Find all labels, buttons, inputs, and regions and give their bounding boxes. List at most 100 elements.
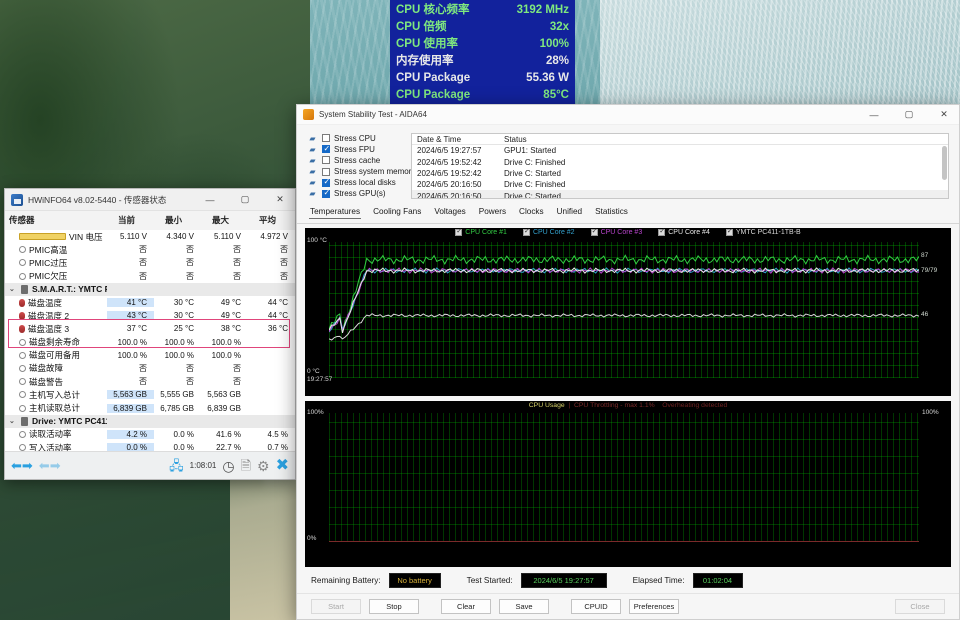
aida64-stability-test-window[interactable]: System Stability Test - AIDA64 — ▢ ✕ ▰ St… — [296, 104, 960, 620]
hwinfo-toolbar[interactable]: ⬅➡ ⬅➡ 🖧 1:08:01 ◷ 🗎 ⚙ ✖ — [5, 451, 295, 479]
temperatures-chart[interactable]: CPU Core #1 CPU Core #2 CPU Core #3 CPU Cor… — [305, 228, 951, 396]
stress-options-group[interactable]: ▰ Stress CPU ▰ Stress FPU ▰ Stress cache ▰ Stre… — [307, 133, 415, 199]
log-row[interactable]: 2024/6/5 19:27:57 GPU1: Started — [412, 145, 948, 156]
sensor-value: 22.7 % — [216, 443, 241, 451]
stress-option-2[interactable]: ▰ Stress cache — [307, 155, 403, 165]
aida64-title-bar[interactable]: System Stability Test - AIDA64 — ▢ ✕ — [297, 105, 959, 125]
legend-item[interactable]: CPU Core #1 — [455, 228, 507, 236]
sensor-value: 否 — [280, 245, 288, 255]
hwinfo-title-bar[interactable]: HWiNFO64 v8.02-5440 - 传感器状态 — ▢ ✕ — [5, 189, 295, 211]
sensor-value: 5,563 GB — [207, 390, 241, 400]
clock-icon[interactable]: ◷ — [222, 459, 234, 473]
arrows-left-right-icon[interactable]: ⬅➡ — [11, 459, 33, 472]
test-log-table[interactable]: Date & Time Status 2024/6/5 19:27:57 GPU1:… — [411, 133, 949, 199]
aida64-close-button[interactable]: ✕ — [929, 104, 959, 126]
sensor-row[interactable]: 磁盘温度 3 37 °C 25 °C 38 °C 36 °C — [5, 322, 295, 335]
sensor-icon — [19, 272, 26, 280]
aida64-status-bar: Remaining Battery: No battery Test Start… — [297, 567, 959, 593]
sensor-value: 37 °C — [126, 324, 147, 334]
osd-value: 85°C — [543, 89, 569, 101]
tab-temperatures[interactable]: Temperatures — [309, 206, 362, 219]
hwinfo-minimize-button[interactable]: — — [195, 189, 225, 211]
legend-checkbox[interactable] — [658, 228, 666, 236]
sensor-row[interactable]: PMIC欠压 否 否 否 否 — [5, 270, 295, 283]
thermometer-icon — [19, 324, 25, 333]
legend-checkbox[interactable] — [522, 228, 530, 236]
sensor-row[interactable]: 写入活动率 0.0 % 0.0 % 22.7 % 0.7 % — [5, 441, 295, 451]
tab-cooling-fans[interactable]: Cooling Fans — [372, 206, 422, 219]
legend-item[interactable]: CPU Core #2 — [522, 228, 575, 236]
sensor-value: 44 °C — [267, 311, 288, 321]
sensor-value: 100.0 % — [164, 337, 194, 347]
tab-clocks[interactable]: Clocks — [518, 206, 545, 219]
sensor-row[interactable]: VIN 电压 5.110 V 4.340 V 5.110 V 4.972 V — [5, 230, 295, 243]
temperatures-chart-legend[interactable]: CPU Core #1 CPU Core #2 CPU Core #3 CPU Cor… — [305, 228, 951, 236]
cpu-usage-chart[interactable]: CPU Usage | CPU Throttling - max 1.1% Ov… — [305, 401, 951, 567]
report-icon[interactable]: 🗎 — [241, 459, 251, 472]
log-row[interactable]: 2024/6/5 19:52:42 Drive C: Finished — [412, 157, 948, 168]
aida64-minimize-button[interactable]: — — [859, 104, 889, 126]
log-row[interactable]: 2024/6/5 20:16:50 Drive C: Started — [412, 190, 948, 198]
stress-option-1[interactable]: ▰ Stress FPU — [307, 144, 403, 154]
save-button[interactable]: Save — [499, 599, 549, 614]
tab-voltages[interactable]: Voltages — [433, 206, 466, 219]
stress-option-checkbox[interactable] — [322, 156, 330, 165]
clear-button[interactable]: Clear — [441, 599, 491, 614]
aida64-maximize-button[interactable]: ▢ — [894, 104, 924, 126]
sensor-row[interactable]: 磁盘剩余寿命 100.0 % 100.0 % 100.0 % — [5, 336, 295, 349]
legend-item[interactable]: CPU Core #4 — [658, 228, 710, 236]
tab-unified[interactable]: Unified — [556, 206, 584, 219]
stress-option-3[interactable]: ▰ Stress system memory — [307, 167, 415, 177]
chevron-down-icon[interactable]: ⌄ — [9, 285, 17, 293]
sensor-value: 49 °C — [220, 298, 241, 308]
legend-checkbox[interactable] — [590, 228, 598, 236]
stress-option-checkbox[interactable] — [322, 134, 330, 143]
tab-statistics[interactable]: Statistics — [594, 206, 629, 219]
sensor-value: 0.0 % — [107, 443, 154, 451]
sensor-row[interactable]: 主机写入总计 5,563 GB 5,555 GB 5,563 GB — [5, 388, 295, 401]
sensor-group-row[interactable]: ⌄ S.M.A.R.T.: YMTC PC411-1TB-B (YMA51T0RA… — [5, 282, 295, 296]
sensor-row[interactable]: PMIC高温 否 否 否 否 — [5, 243, 295, 256]
aida64-tab-bar[interactable]: Temperatures Cooling Fans Voltages Powers Cl… — [297, 203, 959, 224]
sensor-row[interactable]: 主机读取总计 6,839 GB 6,785 GB 6,839 GB — [5, 401, 295, 414]
sensor-row[interactable]: PMIC过压 否 否 否 否 — [5, 256, 295, 269]
exit-icon[interactable]: ✖ — [276, 457, 289, 474]
cpuid-button[interactable]: CPUID — [571, 599, 621, 614]
sensor-row[interactable]: 读取活动率 4.2 % 0.0 % 41.6 % 4.5 % — [5, 428, 295, 441]
network-icon[interactable]: 🖧 — [169, 459, 184, 472]
log-row[interactable]: 2024/6/5 20:16:50 Drive C: Finished — [412, 179, 948, 190]
stress-option-0[interactable]: ▰ Stress CPU — [307, 133, 403, 143]
preferences-button[interactable]: Preferences — [629, 599, 679, 614]
legend-checkbox[interactable] — [455, 228, 463, 236]
aida64-button-bar[interactable]: Start Stop Clear Save CPUID Preferences Close — [297, 593, 959, 619]
stress-option-checkbox[interactable] — [322, 177, 330, 187]
stress-option-4[interactable]: ▰ Stress local disks — [307, 177, 403, 188]
stress-option-checkbox[interactable] — [322, 144, 330, 154]
legend-item[interactable]: CPU Core #3 — [590, 228, 642, 236]
sensor-row[interactable]: 磁盘警告 否 否 否 — [5, 375, 295, 388]
chart-axis-label: 0 °C — [307, 368, 320, 375]
hwinfo-sensor-list[interactable]: VIN 电压 5.110 V 4.340 V 5.110 V 4.972 V PMIC高温… — [5, 230, 295, 451]
sensor-row[interactable]: 磁盘可用备用 100.0 % 100.0 % 100.0 % — [5, 349, 295, 362]
legend-checkbox[interactable] — [725, 228, 733, 236]
stop-button[interactable]: Stop — [369, 599, 419, 614]
sensor-row[interactable]: 磁盘故障 否 否 否 — [5, 362, 295, 375]
sensor-row[interactable]: 磁盘温度 41 °C 30 °C 49 °C 44 °C — [5, 296, 295, 309]
sensor-row[interactable]: 磁盘温度 2 43 °C 30 °C 49 °C 44 °C — [5, 309, 295, 322]
stress-option-checkbox[interactable] — [322, 167, 330, 176]
legend-item[interactable]: YMTC PC411-1TB-B — [725, 228, 801, 236]
log-scrollbar-thumb[interactable] — [942, 146, 947, 180]
chevron-down-icon[interactable]: ⌄ — [9, 417, 17, 425]
hwinfo-close-button[interactable]: ✕ — [265, 189, 295, 211]
log-row[interactable]: 2024/6/5 19:52:42 Drive C: Started — [412, 168, 948, 179]
sensor-group-row[interactable]: ⌄ Drive: YMTC PC411-1TB-B (YMA51T0RA23394… — [5, 414, 295, 428]
stress-option-checkbox[interactable] — [322, 188, 330, 198]
sensor-value: 0.7 % — [267, 443, 288, 451]
stress-option-5[interactable]: ▰ Stress GPU(s) — [307, 188, 403, 199]
tab-powers[interactable]: Powers — [478, 206, 507, 219]
osd-value: 3192 MHz — [516, 4, 569, 16]
gear-icon[interactable]: ⚙ — [257, 459, 270, 473]
hwinfo-maximize-button[interactable]: ▢ — [230, 189, 260, 211]
cache-icon: ▰ — [309, 155, 316, 165]
hwinfo-window[interactable]: HWiNFO64 v8.02-5440 - 传感器状态 — ▢ ✕ 传感器 当前… — [4, 188, 296, 480]
